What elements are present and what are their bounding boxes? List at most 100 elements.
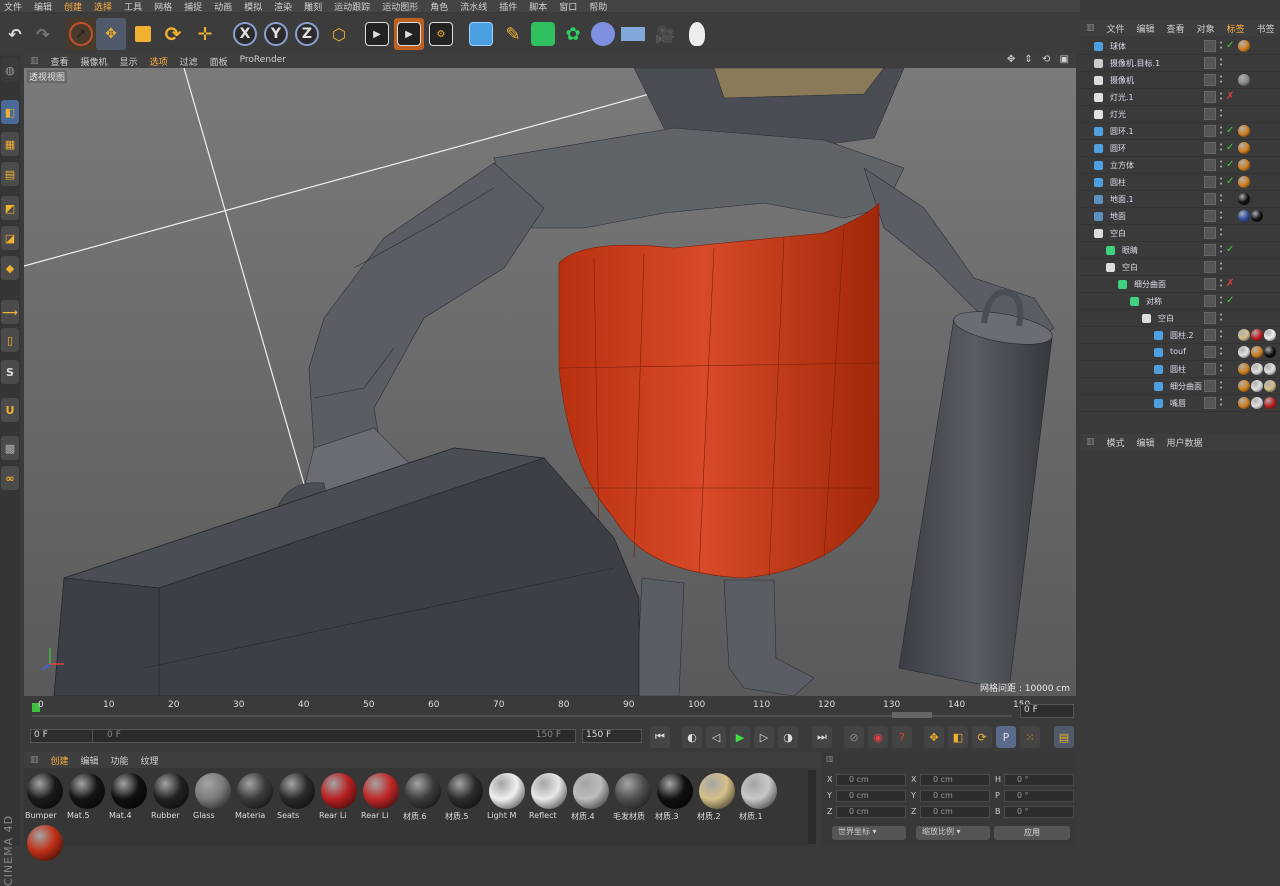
add-cube-button[interactable] [466,18,496,50]
viewport-menu-item[interactable]: 过滤 [180,55,198,68]
timeline-ruler[interactable]: 0102030405060708090100110120130140150 [32,700,1030,720]
live-select-button[interactable]: ➚ [66,18,96,50]
attribute-menu-item[interactable]: 编辑 [1137,436,1155,449]
edges-mode-button[interactable]: ◪ [1,226,19,250]
visibility-dots[interactable]: • • [1219,244,1223,256]
workplane-lock-button[interactable]: ▩ [1,436,19,460]
object-row[interactable]: 空白 • • [1080,310,1280,327]
add-light-button[interactable] [682,18,712,50]
material-tag-icon[interactable] [1238,380,1250,392]
object-manager-menu-item[interactable]: 标签 [1227,22,1245,35]
enabled-check-icon[interactable]: ✓ [1226,125,1234,136]
axis-mode-button[interactable]: ⟶ [1,300,19,324]
menu-item[interactable]: 动画 [210,0,240,13]
menu-item[interactable]: 雕刻 [300,0,330,13]
menu-item[interactable]: 选择 [90,0,120,13]
workplane-button[interactable]: ▤ [1,162,19,186]
enabled-check-icon[interactable]: ✓ [1226,142,1234,153]
scale-tool-button[interactable] [128,18,158,50]
visibility-dots[interactable]: • • [1219,142,1223,154]
visibility-dots[interactable]: • • [1219,74,1223,86]
enabled-check-icon[interactable]: ✓ [1226,176,1234,187]
rotate-tool-button[interactable]: ⟳ [158,18,188,50]
viewport-menu-item[interactable]: 摄像机 [81,55,108,68]
menu-item[interactable]: 编辑 [30,0,60,13]
add-floor-button[interactable] [618,18,648,50]
object-row[interactable]: 圆柱 • • [1080,361,1280,378]
move-tool-button[interactable]: ✥ [96,18,126,50]
points-mode-button[interactable]: ◩ [1,196,19,220]
visibility-dots[interactable]: • • [1219,397,1223,409]
layer-color-swatch[interactable] [1204,295,1216,307]
material-tag-icon[interactable] [1238,329,1250,341]
menu-item[interactable]: 创建 [60,0,90,13]
material-swatch[interactable]: Light M [487,771,527,821]
z-axis-lock-button[interactable]: Z [292,18,322,50]
material-swatch[interactable]: Mat.5 [67,771,107,821]
object-row[interactable]: 对称 • • ✓ [1080,293,1280,310]
material-swatch[interactable]: 材质.1 [739,771,779,821]
menu-item[interactable]: 网格 [150,0,180,13]
material-tag-icon[interactable] [1238,346,1250,358]
viewport-menu-item[interactable]: 选项 [150,55,168,68]
key-pla-button[interactable]: ⁙ [1020,726,1040,748]
visibility-dots[interactable]: • • [1219,380,1223,392]
visibility-dots[interactable]: • • [1219,295,1223,307]
visibility-dots[interactable]: • • [1219,227,1223,239]
coordinate-field[interactable]: Z 0 cm [911,806,990,818]
material-swatch[interactable]: Rear Li [361,771,401,821]
object-row[interactable]: 地面 • • [1080,208,1280,225]
timeline[interactable]: 0102030405060708090100110120130140150 0 … [24,698,1076,722]
apply-button[interactable]: 应用 [994,826,1070,840]
object-row[interactable]: 圆柱 • • ✓ [1080,174,1280,191]
visibility-dots[interactable]: • • [1219,108,1223,120]
layer-color-swatch[interactable] [1204,312,1216,324]
material-tag-icon[interactable] [1251,363,1263,375]
add-deformer-button[interactable] [588,18,618,50]
object-row[interactable]: 眼睛 • • ✓ [1080,242,1280,259]
end-frame-field[interactable]: 150 F [582,729,642,743]
layer-color-swatch[interactable] [1204,57,1216,69]
prev-keyframe-button[interactable]: ◐ [682,726,702,748]
record-active-button[interactable]: ⊘ [844,726,864,748]
coordinate-field[interactable]: B 0 ° [995,806,1074,818]
material-swatch[interactable]: Rubber [151,771,191,821]
object-row[interactable]: touf • • [1080,344,1280,361]
material-swatch[interactable] [25,823,65,873]
key-rotation-button[interactable]: ⟳ [972,726,992,748]
material-scrollbar[interactable] [808,770,816,844]
material-swatch[interactable]: 毛发材质 [613,771,653,821]
menu-item[interactable]: 工具 [120,0,150,13]
material-swatch[interactable]: 材质.5 [445,771,485,821]
visibility-dots[interactable]: • • [1219,312,1223,324]
enabled-check-icon[interactable]: ✓ [1226,159,1234,170]
go-to-end-button[interactable]: ⏭ [812,726,832,748]
current-frame-field[interactable]: 0 F [1020,704,1074,718]
material-swatch[interactable]: Rear Li [319,771,359,821]
layer-color-swatch[interactable] [1204,125,1216,137]
object-row[interactable]: 立方体 • • ✓ [1080,157,1280,174]
layer-color-swatch[interactable] [1204,74,1216,86]
material-tag-icon[interactable] [1238,40,1250,52]
material-tag-icon[interactable] [1238,142,1250,154]
undo-button[interactable]: ↶ [0,18,30,50]
layer-color-swatch[interactable] [1204,329,1216,341]
viewport-menu-item[interactable]: 面板 [210,55,228,68]
menu-item[interactable]: 插件 [495,0,525,13]
viewport-menu-item[interactable]: ProRender [240,55,286,68]
material-menu-item[interactable]: 创建 [51,754,69,767]
object-row[interactable]: 摄像机.目标.1 • • [1080,55,1280,72]
menu-item[interactable]: 流水线 [456,0,495,13]
material-swatch[interactable]: 材质.3 [655,771,695,821]
material-tag-icon[interactable] [1238,74,1250,86]
material-swatch[interactable]: 材质.2 [697,771,737,821]
material-swatch[interactable]: Materia [235,771,275,821]
material-tag-icon[interactable] [1238,363,1250,375]
attribute-menu-item[interactable]: 模式 [1107,436,1125,449]
material-tag-icon[interactable] [1251,380,1263,392]
visibility-dots[interactable]: • • [1219,57,1223,69]
viewport-navigation-icons[interactable]: ✥ ⇕ ⟲ ▣ [1007,54,1072,65]
material-tag-icon[interactable] [1251,346,1263,358]
visibility-dots[interactable]: • • [1219,159,1223,171]
layer-color-swatch[interactable] [1204,278,1216,290]
